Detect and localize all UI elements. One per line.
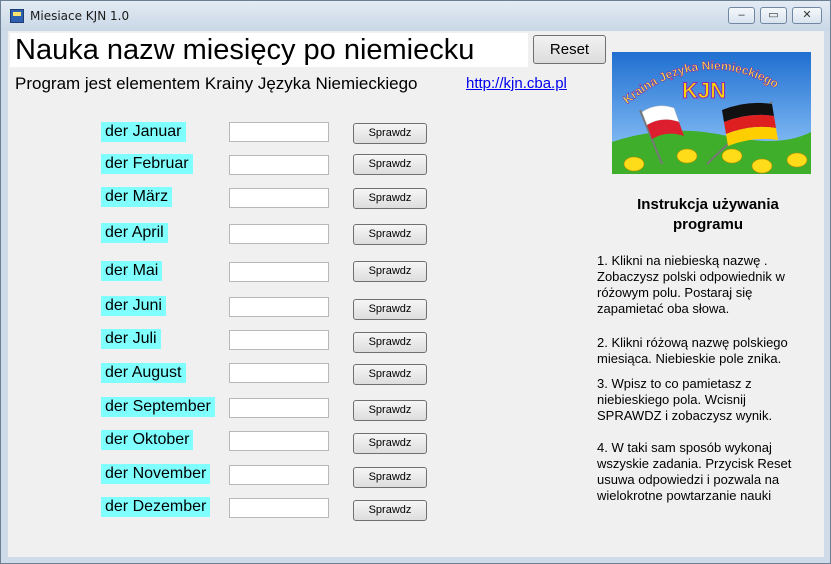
instruction-step-1: 1. Klikni na niebieską nazwę . Zobaczysz… <box>597 253 785 316</box>
month-input-dezember[interactable] <box>229 498 329 518</box>
month-input-mai[interactable] <box>229 262 329 282</box>
month-label-oktober[interactable]: der Oktober <box>101 430 194 450</box>
instructions-title: Instrukcja używania programu <box>637 196 779 233</box>
client-area: Nauka nazw miesięcy po niemiecku Reset P… <box>8 31 824 557</box>
page-title: Nauka nazw miesięcy po niemiecku <box>10 33 528 67</box>
program-subtitle: Program jest elementem Krainy Języka Nie… <box>15 74 418 93</box>
month-input-september[interactable] <box>229 398 329 418</box>
check-button-april[interactable]: Sprawdz <box>353 224 427 245</box>
month-input-januar[interactable] <box>229 122 329 142</box>
month-label-mai[interactable]: der Mai <box>101 261 163 281</box>
month-input-november[interactable] <box>229 465 329 485</box>
instruction-step-3: 3. Wpisz to co pamietasz z niebieskiego … <box>597 376 773 423</box>
month-label-februar[interactable]: der Februar <box>101 154 193 174</box>
check-button-august[interactable]: Sprawdz <box>353 364 427 385</box>
check-button-november[interactable]: Sprawdz <box>353 467 427 488</box>
maximize-button[interactable]: ▭ <box>760 7 787 24</box>
check-button-marz[interactable]: Sprawdz <box>353 188 427 209</box>
month-input-august[interactable] <box>229 363 329 383</box>
app-icon <box>10 9 24 23</box>
month-label-april[interactable]: der April <box>101 223 168 243</box>
window-title: Miesiace KJN 1.0 <box>30 9 130 23</box>
month-label-juni[interactable]: der Juni <box>101 296 166 316</box>
instruction-step-2: 2. Klikni różową nazwę polskiego miesiąc… <box>597 335 788 366</box>
check-button-mai[interactable]: Sprawdz <box>353 261 427 282</box>
month-label-dezember[interactable]: der Dezember <box>101 497 211 517</box>
check-button-dezember[interactable]: Sprawdz <box>353 500 427 521</box>
close-button[interactable]: ✕ <box>792 7 822 24</box>
website-link[interactable]: http://kjn.cba.pl <box>466 75 567 92</box>
month-input-juli[interactable] <box>229 330 329 350</box>
month-label-september[interactable]: der September <box>101 397 215 417</box>
month-input-marz[interactable] <box>229 188 329 208</box>
minimize-button[interactable]: – <box>728 7 755 24</box>
app-window: Miesiace KJN 1.0 – ▭ ✕ Nauka nazw miesię… <box>0 0 831 564</box>
check-button-oktober[interactable]: Sprawdz <box>353 433 427 454</box>
check-button-januar[interactable]: Sprawdz <box>353 123 427 144</box>
logo-abbr: KJN <box>682 78 726 103</box>
instruction-step-4: 4. W taki sam sposób wykonaj wszyskie za… <box>597 440 792 503</box>
title-bar[interactable]: Miesiace KJN 1.0 – ▭ ✕ <box>1 1 830 31</box>
check-button-februar[interactable]: Sprawdz <box>353 154 427 175</box>
check-button-juni[interactable]: Sprawdz <box>353 299 427 320</box>
month-input-februar[interactable] <box>229 155 329 175</box>
reset-button[interactable]: Reset <box>533 35 606 64</box>
month-input-oktober[interactable] <box>229 431 329 451</box>
month-input-juni[interactable] <box>229 297 329 317</box>
month-input-april[interactable] <box>229 224 329 244</box>
check-button-juli[interactable]: Sprawdz <box>353 332 427 353</box>
month-label-marz[interactable]: der März <box>101 187 173 207</box>
kjn-logo: Kraina Języka Niemieckiego KJN <box>612 52 811 174</box>
month-label-januar[interactable]: der Januar <box>101 122 186 142</box>
check-button-september[interactable]: Sprawdz <box>353 400 427 421</box>
month-label-juli[interactable]: der Juli <box>101 329 161 349</box>
month-label-august[interactable]: der August <box>101 363 186 383</box>
month-label-november[interactable]: der November <box>101 464 211 484</box>
